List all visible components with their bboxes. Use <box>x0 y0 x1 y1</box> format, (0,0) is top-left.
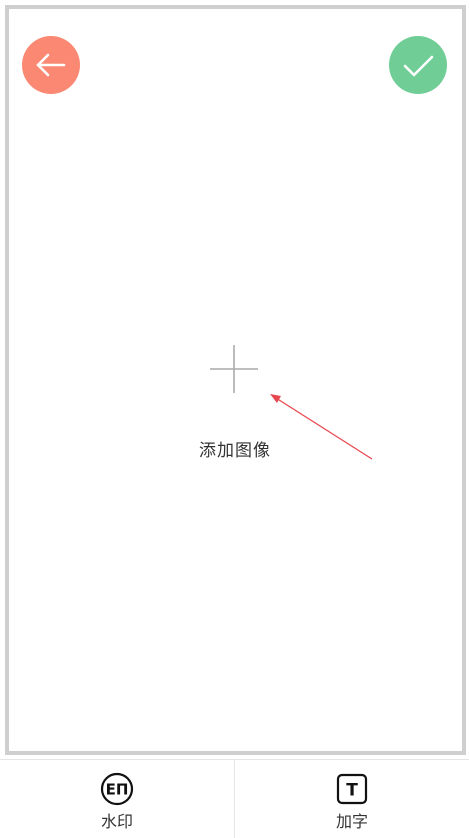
svg-text:T: T <box>346 781 358 801</box>
add-text-icon: T <box>335 772 369 806</box>
watermark-icon: EП <box>100 772 134 806</box>
back-button[interactable] <box>22 36 80 94</box>
add-text-tool[interactable]: T 加字 <box>234 760 469 838</box>
add-image-label: 添加图像 <box>199 441 271 461</box>
add-text-label: 加字 <box>335 812 368 831</box>
plus-icon <box>210 345 258 393</box>
arrow-left-icon <box>22 36 80 94</box>
confirm-button[interactable] <box>389 36 447 94</box>
editor-screen: 添加图像 EП 水印 T 加字 <box>0 0 469 838</box>
watermark-tool[interactable]: EП 水印 <box>0 760 234 838</box>
bottom-toolbar: EП 水印 T 加字 <box>0 759 469 838</box>
watermark-label: 水印 <box>100 812 133 831</box>
add-image-button[interactable]: 添加图像 <box>190 340 280 461</box>
svg-text:EП: EП <box>106 781 129 799</box>
check-icon <box>389 36 447 94</box>
